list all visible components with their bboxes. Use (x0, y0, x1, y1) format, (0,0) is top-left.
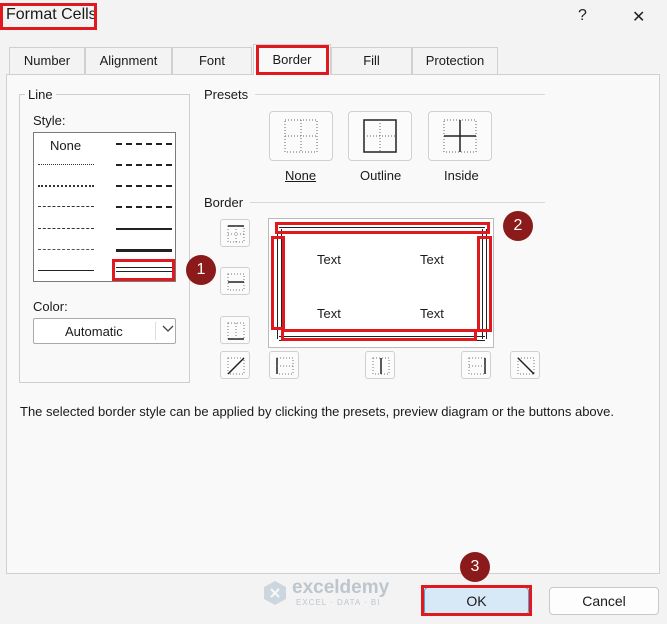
preview-top-highlight (275, 222, 490, 234)
border-left-button[interactable] (269, 351, 299, 379)
diagonal-down-icon (517, 357, 535, 375)
border-middle-vertical-button[interactable] (365, 351, 395, 379)
border-middle-horizontal-button[interactable] (220, 267, 250, 295)
preview-text: Text (420, 306, 444, 321)
title-highlight (0, 3, 97, 30)
style-label: Style: (33, 113, 66, 128)
color-value: Automatic (65, 324, 123, 339)
tab-number[interactable]: Number (9, 47, 85, 74)
tab-label: Font (198, 53, 225, 68)
line-style-medium-dash-dot-dot[interactable] (116, 143, 172, 145)
border-top-button[interactable] (220, 219, 250, 247)
tab-label: Protection (425, 53, 485, 68)
presets-group-label: Presets (204, 87, 249, 102)
preview-right-highlight (477, 236, 492, 332)
line-group-label: Line (25, 87, 56, 102)
border-middle-horizontal-icon (227, 273, 245, 291)
tab-protection[interactable]: Protection (412, 47, 498, 74)
double-line-highlight (112, 259, 175, 281)
diagonal-up-icon (227, 357, 245, 375)
line-style-medium-dashed[interactable] (116, 206, 172, 208)
line-style-slant-dash-dot[interactable] (116, 164, 172, 166)
marker-2: 2 (503, 211, 533, 241)
preset-outline-button[interactable] (348, 111, 412, 161)
border-right-icon (468, 357, 486, 375)
line-style-thick[interactable] (116, 249, 172, 252)
border-bottom-button[interactable] (220, 316, 250, 344)
line-style-dash-dot-dot[interactable] (38, 206, 94, 207)
watermark-brand: exceldemy (292, 577, 390, 598)
tab-label: Number (23, 53, 71, 68)
preset-inside-label: Inside (444, 168, 479, 183)
tab-font[interactable]: Font (172, 47, 252, 74)
preset-none-button[interactable] (269, 111, 333, 161)
line-style-thin[interactable] (38, 270, 94, 271)
preset-outline-icon (363, 119, 397, 153)
border-divider (250, 202, 545, 203)
color-select[interactable]: Automatic (33, 318, 176, 344)
presets-divider (255, 94, 545, 95)
preview-text: Text (317, 306, 341, 321)
help-button[interactable]: ? (578, 7, 587, 25)
preset-none-icon (284, 119, 318, 153)
marker-1: 1 (186, 255, 216, 285)
watermark-tagline: EXCEL · DATA · BI (296, 598, 381, 607)
border-middle-vertical-icon (372, 357, 390, 375)
preset-inside-icon (443, 119, 477, 153)
border-diagonal-up-button[interactable] (220, 351, 250, 379)
tab-label: Alignment (99, 53, 158, 68)
line-style-medium[interactable] (116, 228, 172, 230)
preview-text: Text (317, 252, 341, 267)
ok-highlight (421, 585, 532, 616)
preset-outline-label: Outline (360, 168, 402, 183)
tab-fill[interactable]: Fill (331, 47, 412, 74)
tab-label: Fill (363, 53, 380, 68)
border-group-label: Border (204, 195, 244, 210)
line-style-dash-dot[interactable] (38, 228, 94, 229)
border-top-icon (227, 225, 245, 243)
line-style-hair[interactable] (38, 164, 94, 165)
preview-text: Text (420, 252, 444, 267)
preview-bottom-highlight (281, 329, 477, 341)
line-style-medium-dash-dot[interactable] (116, 185, 172, 187)
preset-none-label: None (285, 168, 317, 183)
line-style-none[interactable]: None (50, 138, 81, 153)
close-button[interactable]: ✕ (632, 7, 645, 27)
preset-inside-button[interactable] (428, 111, 492, 161)
exceldemy-logo-icon (264, 581, 286, 605)
border-diagonal-down-button[interactable] (510, 351, 540, 379)
line-style-dotted[interactable] (38, 185, 94, 187)
color-label: Color: (33, 299, 68, 314)
cancel-button[interactable]: Cancel (549, 587, 659, 615)
marker-3: 3 (460, 552, 490, 582)
tab-alignment[interactable]: Alignment (85, 47, 172, 74)
border-right-button[interactable] (461, 351, 491, 379)
border-tab-highlight (256, 45, 329, 75)
hint-text: The selected border style can be applied… (20, 404, 615, 419)
border-bottom-icon (227, 322, 245, 340)
chevron-down-icon (155, 322, 174, 340)
line-style-dashed[interactable] (38, 249, 94, 250)
preview-left-highlight (271, 236, 285, 330)
border-left-icon (276, 357, 294, 375)
